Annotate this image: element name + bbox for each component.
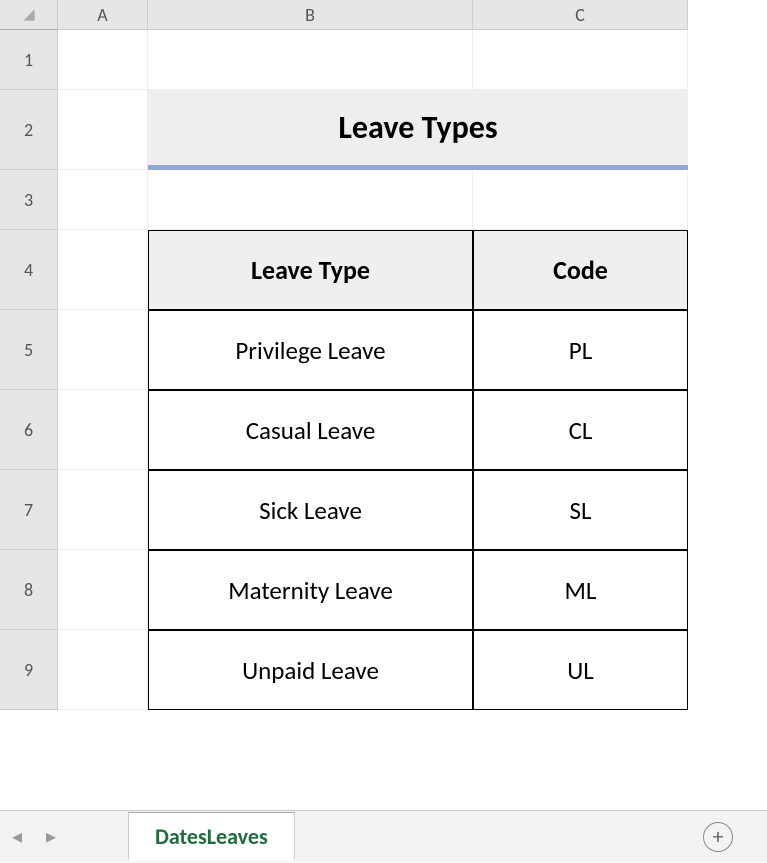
table-row[interactable]: SL: [473, 470, 688, 550]
select-all-corner[interactable]: [0, 0, 58, 30]
row-header[interactable]: 9: [0, 630, 58, 710]
cell[interactable]: [58, 550, 148, 630]
table-row[interactable]: Casual Leave: [148, 390, 473, 470]
plus-icon: +: [713, 823, 724, 850]
table-row[interactable]: ML: [473, 550, 688, 630]
row-header[interactable]: 3: [0, 170, 58, 230]
table-header-type[interactable]: Leave Type: [148, 230, 473, 310]
next-sheet-button[interactable]: ▸: [34, 811, 68, 863]
title-cell[interactable]: Leave Types: [148, 90, 688, 170]
table-row[interactable]: Privilege Leave: [148, 310, 473, 390]
table-row[interactable]: Unpaid Leave: [148, 630, 473, 710]
row-header[interactable]: 8: [0, 550, 58, 630]
table-row[interactable]: UL: [473, 630, 688, 710]
cell[interactable]: [148, 30, 473, 90]
cell[interactable]: [58, 230, 148, 310]
col-header-c[interactable]: C: [473, 0, 688, 30]
cell[interactable]: [58, 170, 148, 230]
sheet-tab-bar: ◂ ▸ DatesLeaves +: [0, 810, 767, 862]
row-header[interactable]: 6: [0, 390, 58, 470]
cell[interactable]: [58, 630, 148, 710]
add-sheet-button[interactable]: +: [703, 822, 733, 852]
cell[interactable]: [58, 310, 148, 390]
row-header[interactable]: 1: [0, 30, 58, 90]
spreadsheet-grid: A B C 1 2 Leave Types 3 4 Leave Type Cod…: [0, 0, 767, 710]
cell[interactable]: [473, 170, 688, 230]
table-row[interactable]: PL: [473, 310, 688, 390]
cell[interactable]: [58, 470, 148, 550]
row-header[interactable]: 5: [0, 310, 58, 390]
row-header[interactable]: 7: [0, 470, 58, 550]
sheet-tab-active[interactable]: DatesLeaves: [128, 812, 295, 861]
prev-sheet-button[interactable]: ◂: [0, 811, 34, 863]
table-row[interactable]: CL: [473, 390, 688, 470]
cell[interactable]: [58, 390, 148, 470]
table-row[interactable]: Maternity Leave: [148, 550, 473, 630]
table-header-code[interactable]: Code: [473, 230, 688, 310]
col-header-b[interactable]: B: [148, 0, 473, 30]
cell[interactable]: [148, 170, 473, 230]
table-row[interactable]: Sick Leave: [148, 470, 473, 550]
cell[interactable]: [58, 30, 148, 90]
cell[interactable]: [58, 90, 148, 170]
col-header-a[interactable]: A: [58, 0, 148, 30]
select-all-icon: [22, 8, 36, 22]
cell[interactable]: [473, 30, 688, 90]
row-header[interactable]: 4: [0, 230, 58, 310]
row-header[interactable]: 2: [0, 90, 58, 170]
